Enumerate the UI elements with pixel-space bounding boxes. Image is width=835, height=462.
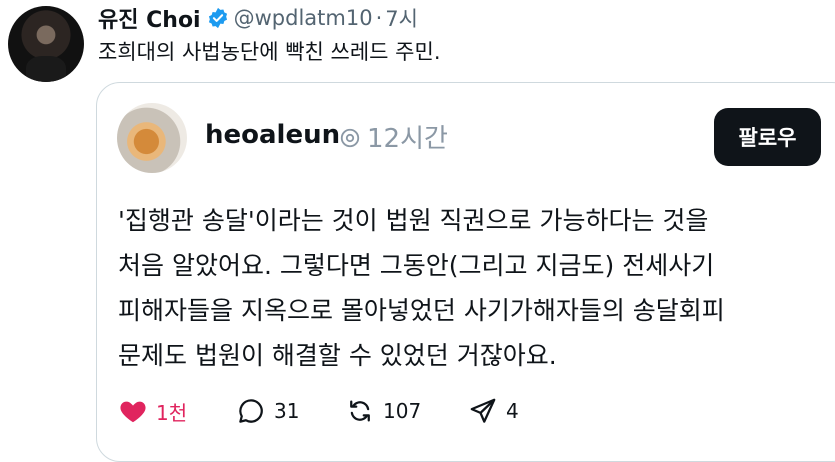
verified-badge-icon: [208, 7, 227, 29]
quoted-author-avatar[interactable]: [117, 103, 187, 173]
user-handle[interactable]: @wpdlatm10: [234, 6, 373, 30]
threads-icon: [340, 128, 360, 148]
like-count: 1천: [156, 400, 188, 425]
heart-icon: [120, 401, 146, 423]
share-button[interactable]: 4: [468, 393, 519, 429]
repost-icon: [350, 400, 370, 422]
share-count: 4: [506, 399, 519, 423]
comment-icon: [239, 399, 263, 423]
tweet-header: 유진 Choi @wpdlatm10 · 7시: [98, 3, 418, 33]
follow-button[interactable]: 팔로우: [714, 108, 821, 166]
quoted-post-body: '집행관 송달'이라는 것이 법원 직권으로 가능하다는 것을 처음 알았어요.…: [118, 198, 818, 378]
body-line: 문제도 법원이 해결할 수 있었던 거잖아요.: [118, 341, 557, 370]
body-line: 처음 알았어요. 그렇다면 그동안(그리고 지금도) 전세사기: [118, 251, 715, 280]
body-line: 피해자들을 지옥으로 몰아넣었던 사기가해자들의 송달회피: [118, 296, 725, 325]
reply-count: 31: [274, 399, 300, 423]
like-button[interactable]: 1천: [118, 393, 187, 429]
quoted-post-time: 12시간: [367, 124, 448, 154]
post-time[interactable]: 7시: [385, 3, 418, 33]
body-line: '집행관 송달'이라는 것이 법원 직권으로 가능하다는 것을: [118, 206, 709, 235]
repost-count: 107: [383, 399, 422, 423]
display-name[interactable]: 유진 Choi: [98, 2, 201, 34]
share-icon: [470, 398, 496, 423]
separator-dot: ·: [375, 6, 383, 30]
tweet-text: 조희대의 사법농단에 빡친 쓰레드 주민.: [98, 40, 441, 64]
repost-button[interactable]: 107: [345, 393, 421, 429]
reply-button[interactable]: 31: [236, 393, 299, 429]
author-avatar[interactable]: [8, 6, 84, 82]
quoted-username[interactable]: heoaleun: [205, 120, 340, 150]
